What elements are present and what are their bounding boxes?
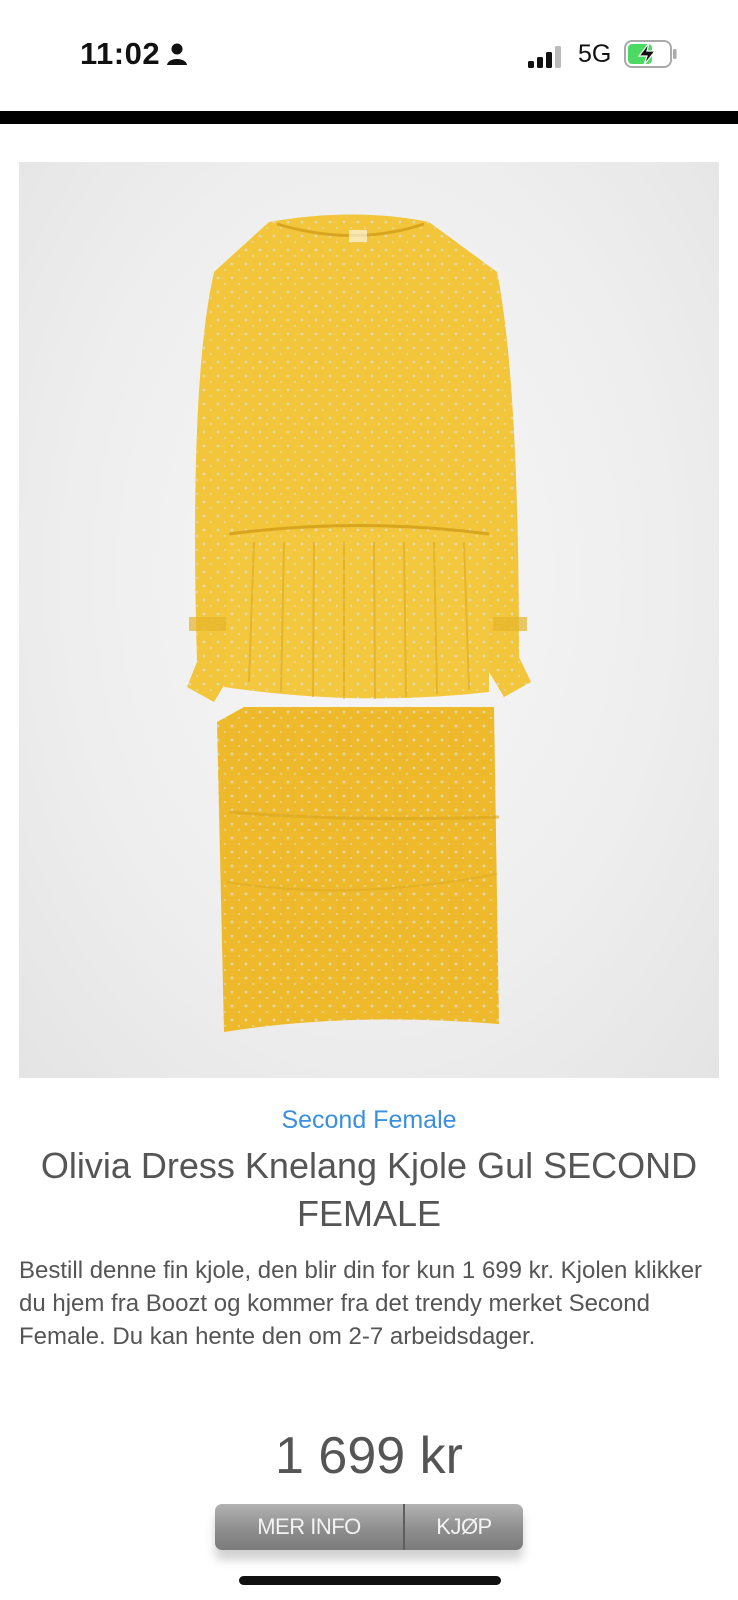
header-divider	[0, 111, 738, 124]
more-info-button[interactable]: MER INFO	[215, 1504, 405, 1550]
person-icon	[167, 43, 187, 65]
dress-illustration	[187, 214, 531, 1032]
product-title: Olivia Dress Knelang Kjole Gul SECOND FE…	[40, 1145, 698, 1234]
home-indicator[interactable]	[239, 1576, 501, 1585]
battery-charging-icon	[624, 40, 677, 68]
buy-button[interactable]: KJØP	[405, 1504, 523, 1550]
status-bar: 11:02 5G	[0, 0, 738, 108]
status-time: 11:02	[80, 36, 161, 71]
action-buttons: MER INFO KJØP	[215, 1504, 523, 1550]
product-image[interactable]	[19, 162, 719, 1078]
network-type: 5G	[578, 40, 612, 68]
brand-link[interactable]: Second Female	[0, 1106, 738, 1135]
product-description: Bestill denne fin kjole, den blir din fo…	[19, 1257, 703, 1350]
signal-bars-icon	[528, 46, 561, 68]
product-price: 1 699 kr	[275, 1427, 463, 1485]
